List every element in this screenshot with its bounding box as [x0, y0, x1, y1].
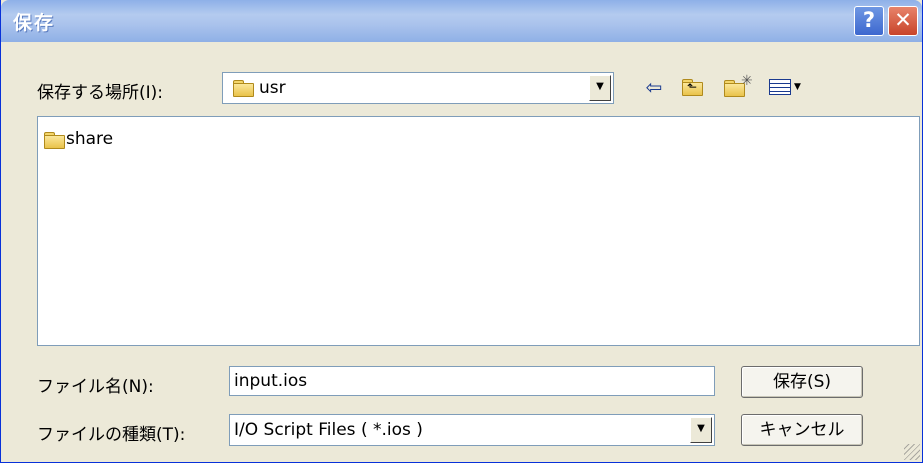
window-title: 保存: [13, 12, 56, 34]
filetype-label: ファイルの種類(T):: [37, 425, 186, 445]
list-item-share[interactable]: share: [44, 129, 113, 149]
filetype-dropdown[interactable]: I/O Script Files ( *.ios ) ▼: [229, 414, 715, 446]
chevron-down-icon[interactable]: ▼: [690, 417, 712, 443]
title-bar[interactable]: 保存 ? ✕: [1, 0, 922, 42]
up-folder-icon[interactable]: ⬑: [679, 74, 707, 100]
resize-grip[interactable]: [904, 444, 920, 460]
filename-label: ファイル名(N):: [37, 377, 154, 397]
chevron-down-icon[interactable]: ▼: [589, 75, 611, 101]
new-folder-icon[interactable]: ✳: [723, 73, 757, 100]
filetype-value: I/O Script Files ( *.ios ): [234, 420, 423, 440]
save-button[interactable]: 保存(S): [741, 366, 863, 398]
save-in-dropdown[interactable]: usr ▼: [222, 72, 614, 104]
file-name: share: [66, 129, 114, 149]
filename-input[interactable]: input.ios: [229, 366, 715, 396]
back-arrow-icon[interactable]: ⇦: [641, 74, 667, 100]
file-list[interactable]: share: [37, 116, 920, 346]
folder-icon: [44, 131, 65, 149]
view-menu-icon[interactable]: ▼: [767, 74, 807, 100]
cancel-button[interactable]: キャンセル: [741, 414, 863, 446]
save-in-label: 保存する場所(I):: [37, 83, 164, 103]
close-icon: ✕: [894, 8, 912, 32]
folder-icon: [233, 80, 254, 97]
help-icon: ?: [862, 8, 876, 32]
close-button[interactable]: ✕: [888, 6, 918, 36]
save-dialog: 保存 ? ✕ 保存する場所(I): usr ▼ ⇦ ⬑ ✳ ▼ share ファ…: [0, 0, 923, 463]
save-in-value: usr: [259, 78, 286, 98]
help-button[interactable]: ?: [854, 6, 884, 36]
